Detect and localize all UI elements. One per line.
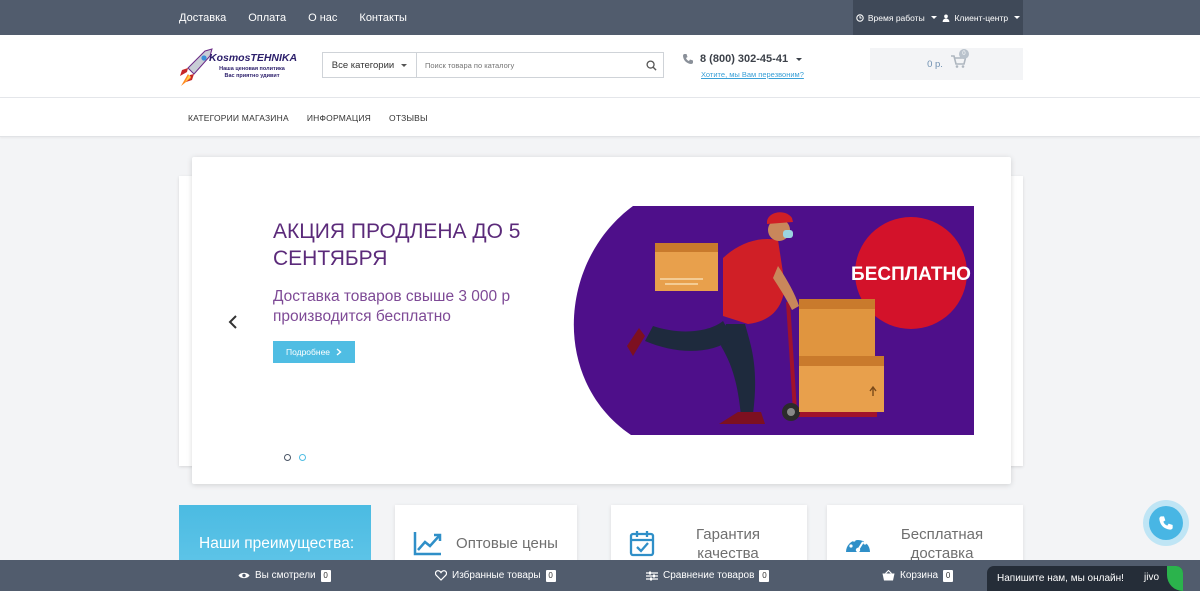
working-hours-label: Время работы [867, 12, 925, 23]
client-center-dropdown[interactable]: Клиент-центр [942, 12, 1021, 23]
bottom-compare-label: Сравнение товаров [663, 570, 755, 581]
bottom-viewed-count: 0 [320, 569, 331, 582]
top-nav: Доставка Оплата О нас Контакты [179, 0, 429, 35]
search-icon [645, 59, 657, 71]
logo-tagline-line-1: Наша ценовая политика [219, 66, 285, 72]
chevron-down-icon [401, 63, 408, 67]
top-bar: Доставка Оплата О нас Контакты Время раб… [0, 0, 1200, 35]
slider-dots [284, 454, 306, 461]
sliders-icon [646, 571, 658, 580]
slide-title: АКЦИЯ ПРОДЛЕНА ДО 5 СЕНТЯБРЯ [273, 220, 521, 270]
bottom-compare[interactable]: Сравнение товаров 0 [646, 560, 770, 591]
chevron-right-icon [336, 348, 342, 356]
basket-icon [882, 570, 895, 581]
advantages-heading: Наши преимущества: [199, 535, 355, 552]
cart-icon-wrapper: 0 [950, 49, 969, 73]
bottom-compare-count: 0 [759, 569, 770, 582]
bottom-cart[interactable]: Корзина 0 [882, 560, 954, 591]
top-link-about[interactable]: О нас [308, 12, 337, 24]
chat-brand-logo: jivo [1144, 572, 1160, 583]
slider-dot-1[interactable] [284, 454, 291, 461]
search-category-label: Все категории [331, 59, 395, 71]
logo-tagline-line-2: Вас приятно удивит [224, 73, 280, 79]
header-cart[interactable]: 0 р. 0 [870, 48, 1023, 80]
calendar-check-icon [629, 531, 655, 557]
chevron-left-icon [228, 315, 237, 329]
search-button[interactable] [639, 53, 663, 77]
top-link-delivery[interactable]: Доставка [179, 12, 226, 24]
top-right-panel: Время работы Клиент-центр [853, 0, 1023, 35]
delivery-banner-image: БЕСПЛАТНО [573, 206, 974, 435]
clock-icon [856, 13, 864, 22]
working-hours-dropdown[interactable]: Время работы [856, 13, 937, 23]
logo-title: KosmosTEHNIKA [209, 52, 298, 64]
bottom-favorites-label: Избранные товары [452, 570, 541, 581]
header: KosmosTEHNIKA Наша ценовая политика Вас … [0, 35, 1200, 98]
menu-item-reviews[interactable]: ОТЗЫВЫ [389, 113, 428, 123]
top-link-contacts[interactable]: Контакты [359, 12, 407, 24]
cart-count-badge: 0 [958, 49, 969, 59]
chevron-down-icon [930, 16, 937, 19]
trending-up-icon [413, 532, 442, 556]
search-input[interactable] [417, 53, 639, 77]
site-logo[interactable]: KosmosTEHNIKA Наша ценовая политика Вас … [179, 48, 314, 90]
chat-brand-leaf-icon [1167, 566, 1183, 591]
user-icon [943, 14, 950, 22]
chevron-down-icon [1014, 16, 1021, 19]
callback-float-button[interactable] [1143, 500, 1189, 546]
heart-icon [435, 570, 447, 581]
advantage-wholesale-line-1: Оптовые цены [456, 535, 558, 552]
banner-free-text: БЕСПЛАТНО [851, 264, 971, 285]
online-chat-widget[interactable]: Напишите нам, мы онлайн! jivo [987, 566, 1183, 591]
advantage-delivery-line-1: Бесплатная [900, 526, 984, 543]
slide-more-button[interactable]: Подробнее [273, 341, 355, 363]
callback-link[interactable]: Хотите, мы Вам перезвоним? [701, 70, 804, 79]
bottom-cart-count: 0 [943, 569, 954, 582]
promo-slider: АКЦИЯ ПРОДЛЕНА ДО 5 СЕНТЯБРЯ Доставка то… [192, 157, 1011, 484]
advantage-quality-text: Гарантия качества [669, 525, 787, 563]
advantage-delivery-text: Бесплатная доставка [887, 525, 997, 563]
chevron-down-icon[interactable] [796, 57, 803, 61]
cart-total: 0 р. [927, 58, 943, 70]
advantage-quality-line-1: Гарантия [696, 526, 760, 543]
search-category-select[interactable]: Все категории [323, 53, 417, 77]
bottom-viewed-label: Вы смотрели [255, 570, 316, 581]
phone-block: 8 (800) 302-45-41 [682, 53, 803, 65]
client-center-label: Клиент-центр [954, 12, 1009, 23]
search-bar: Все категории [322, 52, 664, 78]
slider-prev-arrow[interactable] [228, 313, 238, 336]
phone-icon [1159, 516, 1173, 530]
speedometer-icon [846, 536, 870, 553]
bottom-viewed[interactable]: Вы смотрели 0 [238, 560, 331, 591]
slider-dot-2[interactable] [299, 454, 306, 461]
bottom-cart-label: Корзина [900, 570, 939, 581]
main-menu: КАТЕГОРИИ МАГАЗИНА ИНФОРМАЦИЯ ОТЗЫВЫ [0, 98, 1200, 137]
logo-tagline: Наша ценовая политика Вас приятно удивит [213, 66, 291, 80]
bottom-favorites[interactable]: Избранные товары 0 [435, 560, 556, 591]
main-menu-items: КАТЕГОРИИ МАГАЗИНА ИНФОРМАЦИЯ ОТЗЫВЫ [188, 98, 446, 137]
phone-number[interactable]: 8 (800) 302-45-41 [700, 53, 788, 65]
menu-item-categories[interactable]: КАТЕГОРИИ МАГАЗИНА [188, 113, 289, 123]
slide-more-label: Подробнее [285, 347, 331, 357]
bottom-favorites-count: 0 [545, 569, 556, 582]
advantage-wholesale-text: Оптовые цены [451, 534, 563, 553]
phone-icon [683, 54, 693, 64]
chat-invite-text: Напишите нам, мы онлайн! [997, 573, 1124, 584]
callback-float-inner [1149, 506, 1183, 540]
slide-subtitle: Доставка товаров свыше 3 000 р производи… [273, 288, 511, 325]
top-link-payment[interactable]: Оплата [248, 12, 286, 24]
eye-icon [238, 572, 250, 579]
menu-item-information[interactable]: ИНФОРМАЦИЯ [307, 113, 371, 123]
